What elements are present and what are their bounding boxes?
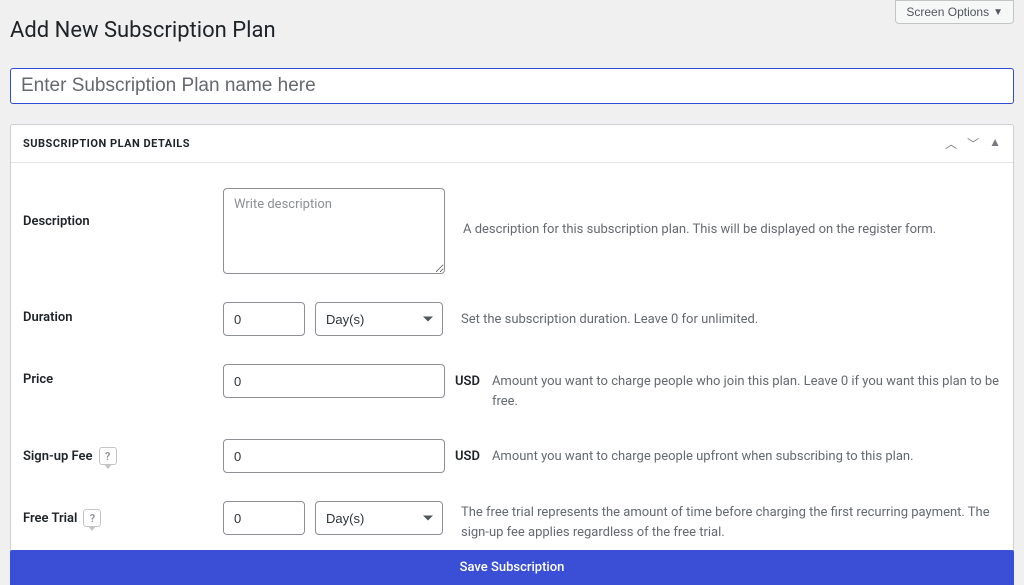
duration-unit-select[interactable]: Day(s) — [315, 302, 443, 336]
chevron-up-icon[interactable]: ︿ — [945, 135, 957, 152]
label-free-trial: Free Trial ? — [23, 501, 223, 527]
help-signup-fee: Amount you want to charge people upfront… — [486, 439, 1001, 467]
page-title: Add New Subscription Plan — [10, 18, 276, 43]
label-price: Price — [23, 364, 223, 387]
row-description: Description A description for this subsc… — [23, 188, 1001, 274]
row-signup-fee: Sign-up Fee ? USD Amount you want to cha… — [23, 439, 1001, 473]
help-free-trial: The free trial represents the amount of … — [443, 501, 1001, 542]
row-price: Price USD Amount you want to charge peop… — [23, 364, 1001, 411]
chevron-down-icon[interactable]: ﹀ — [967, 135, 979, 152]
help-description: A description for this subscription plan… — [445, 188, 1001, 240]
panel-header: SUBSCRIPTION PLAN DETAILS ︿ ﹀ ▲ — [11, 125, 1013, 163]
help-duration: Set the subscription duration. Leave 0 f… — [443, 302, 1001, 330]
price-input[interactable] — [223, 364, 445, 398]
label-signup-fee: Sign-up Fee ? — [23, 439, 223, 465]
help-icon[interactable]: ? — [83, 509, 101, 527]
caret-up-icon[interactable]: ▲ — [989, 135, 1001, 152]
signup-fee-currency: USD — [455, 449, 480, 464]
free-trial-unit-select[interactable]: Day(s) — [315, 501, 443, 535]
row-duration: Duration Day(s) Set the subscription dur… — [23, 302, 1001, 336]
row-free-trial: Free Trial ? Day(s) The free trial repre… — [23, 501, 1001, 542]
description-textarea[interactable] — [223, 188, 445, 274]
label-duration: Duration — [23, 302, 223, 325]
signup-fee-input[interactable] — [223, 439, 445, 473]
screen-options-button[interactable]: Screen Options ▼ — [895, 0, 1014, 24]
help-price: Amount you want to charge people who joi… — [486, 364, 1001, 411]
price-currency: USD — [455, 374, 480, 389]
help-icon[interactable]: ? — [99, 447, 117, 465]
panel-heading: SUBSCRIPTION PLAN DETAILS — [23, 137, 190, 150]
plan-name-input[interactable] — [10, 68, 1014, 104]
details-panel: SUBSCRIPTION PLAN DETAILS ︿ ﹀ ▲ Descript… — [10, 124, 1014, 578]
label-description: Description — [23, 188, 223, 229]
chevron-down-icon: ▼ — [993, 7, 1003, 18]
screen-options-label: Screen Options — [906, 5, 989, 19]
free-trial-input[interactable] — [223, 501, 305, 535]
save-subscription-button[interactable]: Save Subscription — [10, 550, 1014, 585]
duration-input[interactable] — [223, 302, 305, 336]
